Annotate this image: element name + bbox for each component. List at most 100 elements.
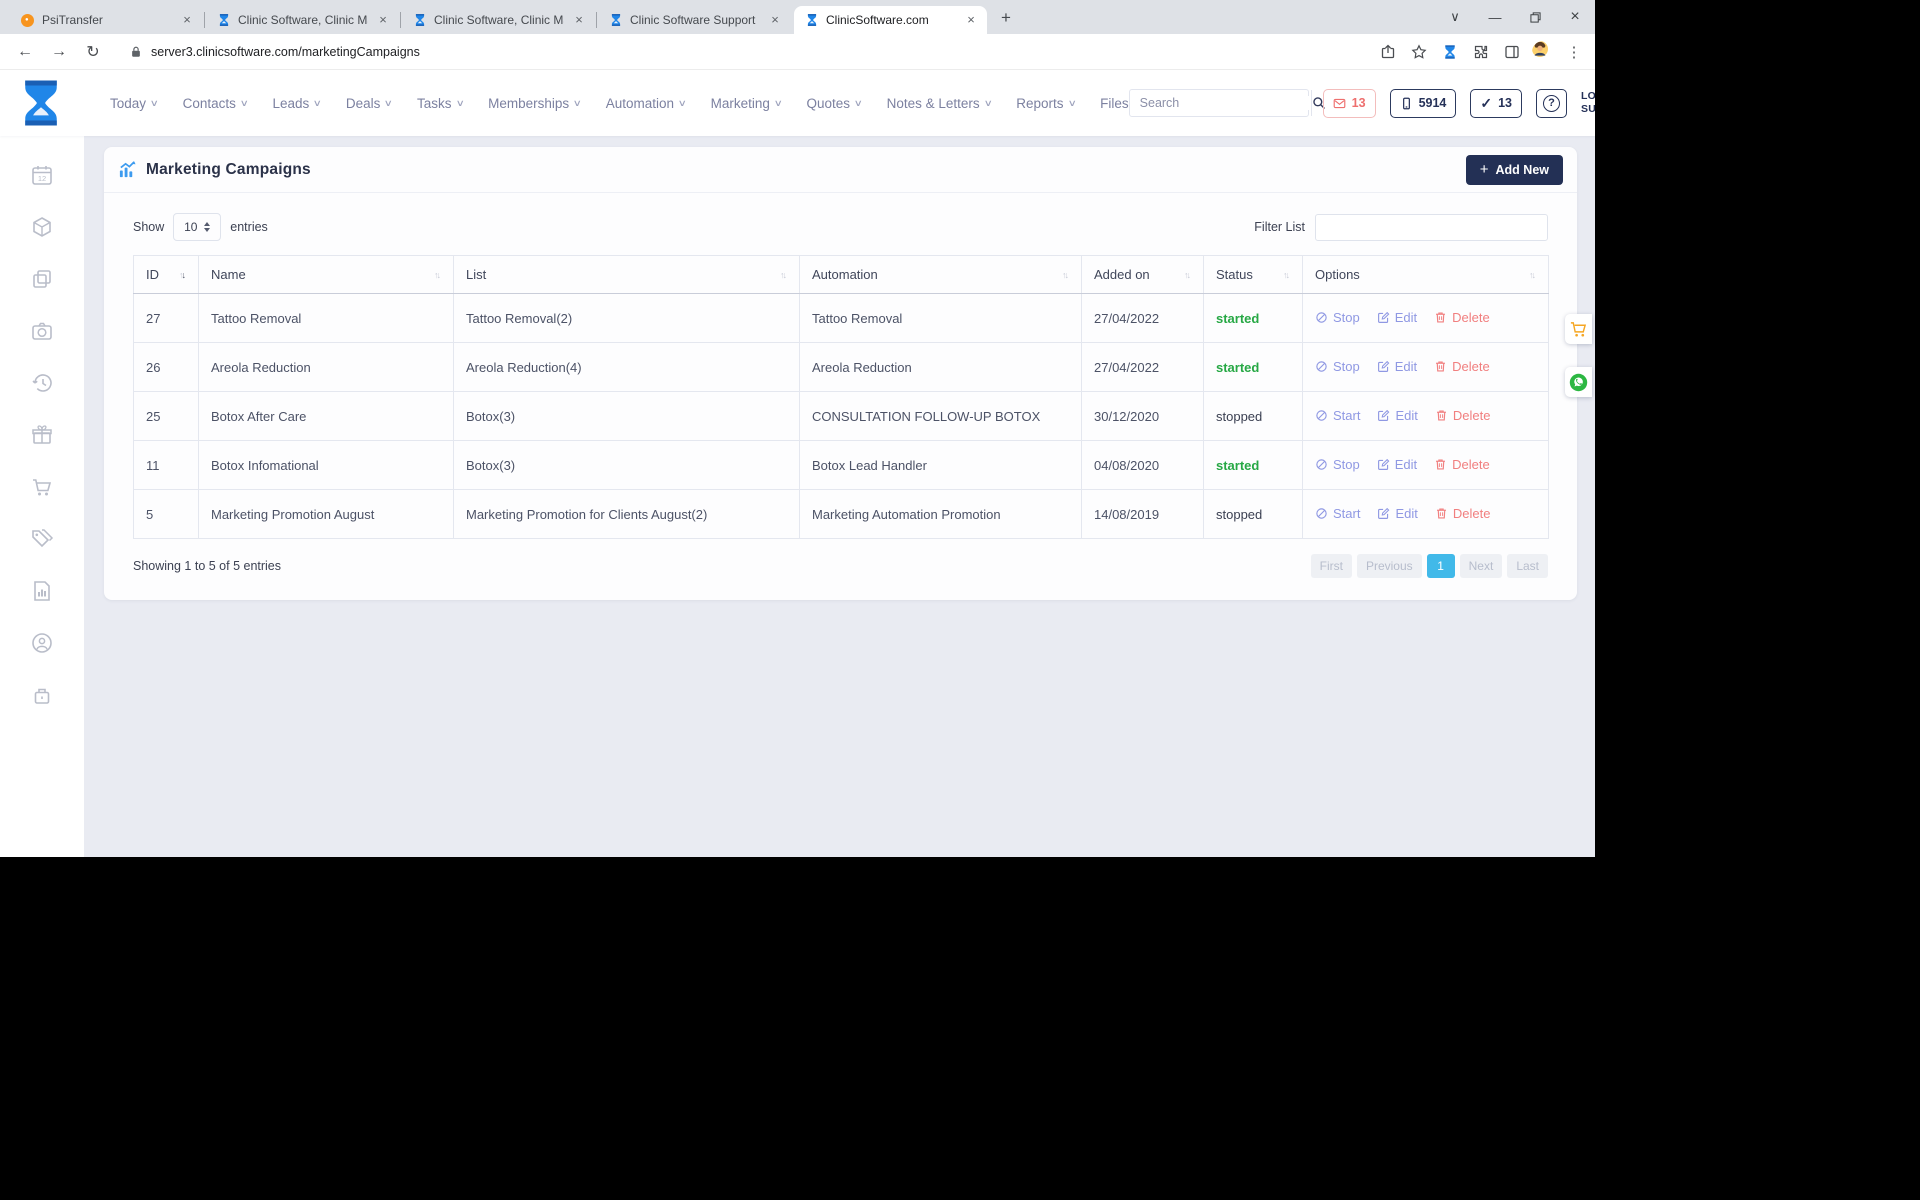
cell-added-on: 30/12/2020 <box>1082 392 1204 441</box>
forward-button[interactable]: → <box>45 38 73 66</box>
filter-input[interactable] <box>1315 214 1548 241</box>
column-header-name[interactable]: Name↑↓ <box>199 256 454 294</box>
minimize-button[interactable]: — <box>1475 0 1515 34</box>
edit-link[interactable]: Edit <box>1377 408 1417 423</box>
address-bar[interactable]: server3.clinicsoftware.com/marketingCamp… <box>118 38 1367 66</box>
column-header-status[interactable]: Status↑↓ <box>1204 256 1303 294</box>
tab-title: PsiTransfer <box>42 13 172 27</box>
messages-badge[interactable]: 13 <box>1323 89 1376 118</box>
start-link[interactable]: Start <box>1315 506 1360 521</box>
delete-link[interactable]: Delete <box>1434 359 1490 374</box>
nav-item-memberships[interactable]: Memberships∨ <box>488 96 581 111</box>
column-header-list[interactable]: List↑↓ <box>454 256 800 294</box>
help-button[interactable]: ? <box>1536 89 1567 118</box>
edit-link[interactable]: Edit <box>1377 359 1417 374</box>
tab-close-icon[interactable]: × <box>767 12 783 28</box>
search-input[interactable] <box>1130 96 1311 110</box>
browser-tab-1[interactable]: Clinic Software, Clinic Manageme× <box>206 6 399 34</box>
tab-close-icon[interactable]: × <box>963 12 979 28</box>
sidebar-history-icon[interactable] <box>30 371 54 395</box>
profile-avatar-icon[interactable] <box>1530 39 1556 65</box>
cart-float-button[interactable] <box>1565 314 1592 344</box>
page-button-last[interactable]: Last <box>1507 554 1548 578</box>
nav-item-contacts[interactable]: Contacts∨ <box>183 96 248 111</box>
tab-close-icon[interactable]: × <box>571 12 587 28</box>
start-link[interactable]: Start <box>1315 408 1360 423</box>
new-tab-button[interactable]: + <box>993 5 1019 31</box>
page-button-1[interactable]: 1 <box>1427 554 1455 578</box>
delete-link[interactable]: Delete <box>1435 408 1491 423</box>
nav-item-today[interactable]: Today∨ <box>110 96 158 111</box>
delete-link[interactable]: Delete <box>1435 506 1491 521</box>
delete-link[interactable]: Delete <box>1434 310 1490 325</box>
sidebar-duplicates-icon[interactable] <box>30 267 54 291</box>
sidebar-calendar-icon[interactable] <box>30 163 54 187</box>
sidebar-gift-icon[interactable] <box>30 423 54 447</box>
page-button-first[interactable]: First <box>1311 554 1352 578</box>
tab-search-chevron-icon[interactable]: ∨ <box>1435 0 1475 34</box>
chevron-down-icon: ∨ <box>313 98 322 109</box>
campaigns-card: Marketing Campaigns + Add New Show 10 <box>104 147 1577 600</box>
share-icon[interactable] <box>1375 39 1401 65</box>
cell-options: Stop Edit Delete <box>1303 441 1549 490</box>
sidebar-tags-icon[interactable] <box>30 527 54 551</box>
column-header-options[interactable]: Options↑↓ <box>1303 256 1549 294</box>
question-icon: ? <box>1543 95 1560 112</box>
entries-per-page-select[interactable]: 10 <box>173 213 221 241</box>
column-header-added[interactable]: Added on↑↓ <box>1082 256 1204 294</box>
filter-group: Filter List <box>1254 214 1548 241</box>
clinicsoftware-logo[interactable] <box>14 76 68 130</box>
nav-item-reports[interactable]: Reports∨ <box>1016 96 1075 111</box>
check-icon: ✓ <box>1480 95 1492 112</box>
sidebar-products-icon[interactable] <box>30 215 54 239</box>
back-button[interactable]: ← <box>11 38 39 66</box>
delete-link[interactable]: Delete <box>1434 457 1490 472</box>
sidebar-lock-icon[interactable] <box>30 683 54 707</box>
nav-item-quotes[interactable]: Quotes∨ <box>807 96 862 111</box>
nav-item-marketing[interactable]: Marketing∨ <box>711 96 782 111</box>
tab-close-icon[interactable]: × <box>375 12 391 28</box>
nav-item-automation[interactable]: Automation∨ <box>606 96 686 111</box>
nav-item-notes-letters[interactable]: Notes & Letters∨ <box>887 96 992 111</box>
status-badge: started <box>1216 311 1259 326</box>
nav-item-deals[interactable]: Deals∨ <box>346 96 392 111</box>
clinic-extension-icon[interactable] <box>1437 39 1463 65</box>
cart-icon <box>1569 320 1588 339</box>
menu-dots-icon[interactable]: ⋮ <box>1561 39 1587 65</box>
stop-link[interactable]: Stop <box>1315 310 1360 325</box>
extensions-puzzle-icon[interactable] <box>1468 39 1494 65</box>
add-new-button[interactable]: + Add New <box>1466 155 1563 185</box>
nav-item-leads[interactable]: Leads∨ <box>273 96 321 111</box>
edit-link[interactable]: Edit <box>1377 506 1417 521</box>
browser-tab-4[interactable]: ClinicSoftware.com× <box>794 6 987 34</box>
side-panel-icon[interactable] <box>1499 39 1525 65</box>
browser-tab-2[interactable]: Clinic Software, Clinic Manageme× <box>402 6 595 34</box>
sidebar-account-icon[interactable] <box>30 631 54 655</box>
sidebar-camera-icon[interactable] <box>30 319 54 343</box>
stop-link[interactable]: Stop <box>1315 457 1360 472</box>
column-header-automation[interactable]: Automation↑↓ <box>800 256 1082 294</box>
reload-button[interactable]: ↻ <box>79 38 107 66</box>
restore-button[interactable] <box>1515 0 1555 34</box>
column-header-id[interactable]: ID↑↓ <box>134 256 199 294</box>
browser-tab-3[interactable]: Clinic Software Support× <box>598 6 791 34</box>
sidebar-reports-icon[interactable] <box>30 579 54 603</box>
chevron-down-icon: ∨ <box>455 98 464 109</box>
stop-link[interactable]: Stop <box>1315 359 1360 374</box>
whatsapp-float-button[interactable] <box>1565 367 1592 397</box>
edit-link[interactable]: Edit <box>1377 310 1417 325</box>
browser-tab-0[interactable]: PsiTransfer × <box>10 6 203 34</box>
page-button-next[interactable]: Next <box>1460 554 1503 578</box>
nav-item-tasks[interactable]: Tasks∨ <box>417 96 463 111</box>
close-button[interactable]: × <box>1555 0 1595 34</box>
sidebar-cart-icon[interactable] <box>30 475 54 499</box>
tasks-badge[interactable]: ✓ 13 <box>1470 89 1522 118</box>
page-button-previous[interactable]: Previous <box>1357 554 1422 578</box>
bookmark-star-icon[interactable] <box>1406 39 1432 65</box>
phone-badge[interactable]: 5914 <box>1390 89 1457 118</box>
edit-link[interactable]: Edit <box>1377 457 1417 472</box>
tab-close-icon[interactable]: × <box>179 12 195 28</box>
nav-item-files[interactable]: Files <box>1100 96 1129 111</box>
cell-options: Start Edit Delete <box>1303 392 1549 441</box>
column-label: Name <box>211 267 246 282</box>
